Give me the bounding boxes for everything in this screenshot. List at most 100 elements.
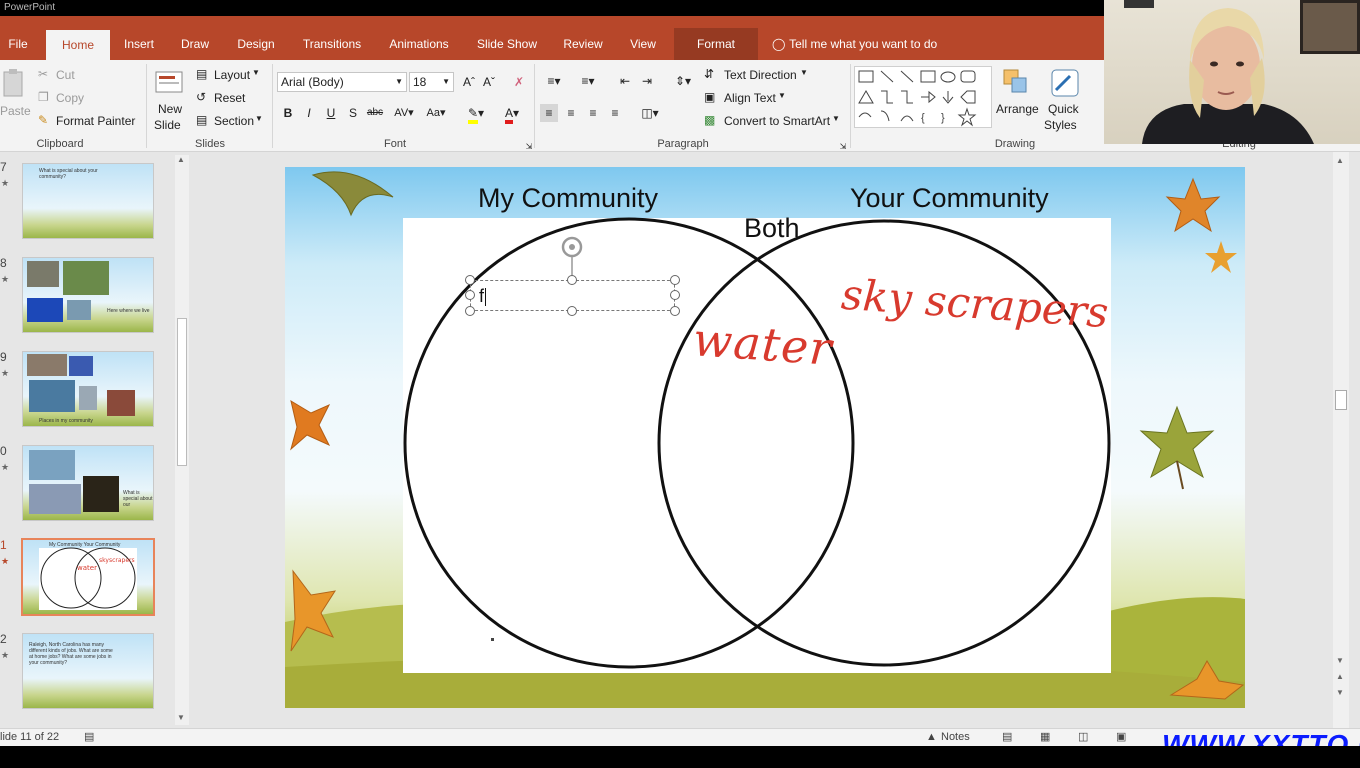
thumbnail-text: What is special about your community? bbox=[39, 168, 98, 180]
tab-home[interactable]: Home bbox=[46, 30, 110, 60]
slide-thumbnail-10[interactable]: What is special about our bbox=[22, 445, 154, 521]
format-painter-button[interactable]: ✎ Format Painter bbox=[38, 112, 142, 130]
tab-format[interactable]: Format bbox=[674, 28, 758, 60]
chevron-down-icon: ▼ bbox=[442, 77, 450, 86]
notes-button[interactable]: Notes bbox=[941, 731, 970, 743]
svg-text:{: { bbox=[921, 112, 925, 124]
slide-thumbnail-9[interactable]: Places in my community bbox=[22, 351, 154, 427]
thumbnail-photo bbox=[107, 390, 135, 416]
spell-check-icon[interactable]: ▤ bbox=[84, 730, 94, 743]
align-text-button[interactable]: ▣ Align Text ▼ bbox=[704, 89, 794, 107]
tab-review[interactable]: Review bbox=[556, 28, 610, 60]
next-slide-icon[interactable]: ▼ bbox=[1336, 688, 1344, 697]
tab-insert[interactable]: Insert bbox=[116, 28, 162, 60]
decrease-indent-button[interactable]: ⇤ bbox=[616, 72, 634, 90]
dropdown-arrow-icon: ▼ bbox=[800, 68, 808, 77]
tab-design[interactable]: Design bbox=[230, 28, 282, 60]
font-color-button[interactable]: A▾ bbox=[498, 104, 526, 124]
convert-smartart-button[interactable]: ▩ Convert to SmartArt ▼ bbox=[704, 112, 844, 130]
paste-button[interactable]: Paste bbox=[0, 66, 31, 130]
text-direction-button[interactable]: ⇵ Text Direction ▼ bbox=[704, 66, 814, 84]
normal-view-icon[interactable]: ▤ bbox=[1002, 730, 1012, 743]
section-button[interactable]: ▤ Section ▼ bbox=[196, 112, 266, 130]
reading-view-icon[interactable]: ◫ bbox=[1078, 730, 1088, 743]
slideshow-view-icon[interactable]: ▣ bbox=[1116, 730, 1126, 743]
copy-icon: ❐ bbox=[38, 90, 49, 104]
thumbnail-photo bbox=[83, 476, 119, 512]
layout-button[interactable]: ▤ Layout ▼ bbox=[196, 66, 266, 84]
font-size-select[interactable]: 18 ▼ bbox=[409, 72, 454, 92]
tab-view[interactable]: View bbox=[620, 28, 666, 60]
quick-styles-button[interactable]: Quick Styles bbox=[1044, 64, 1088, 134]
scrollbar-thumb[interactable] bbox=[177, 318, 187, 466]
font-family-select[interactable]: Arial (Body) ▼ bbox=[277, 72, 407, 92]
scissors-icon: ✂ bbox=[38, 67, 49, 81]
shapes-icon: {} bbox=[858, 70, 977, 127]
slide-counter: lide 11 of 22 bbox=[0, 731, 60, 743]
columns-button[interactable]: ◫▾ bbox=[636, 104, 664, 122]
scroll-up-icon[interactable]: ▲ bbox=[177, 155, 185, 164]
slide-thumbnail-12[interactable]: Raleigh, North Carolina has many differe… bbox=[22, 633, 154, 709]
character-spacing-button[interactable]: AV▾ bbox=[390, 104, 418, 122]
tab-transitions[interactable]: Transitions bbox=[296, 28, 368, 60]
thumbnail-photo bbox=[29, 484, 81, 514]
numbering-button[interactable]: ≡▾ bbox=[574, 72, 602, 90]
reset-icon: ↺ bbox=[196, 90, 207, 104]
highlight-color-button[interactable]: ✎▾ bbox=[462, 104, 490, 124]
thumbnail-scrollbar[interactable]: ▲ ▼ bbox=[175, 155, 189, 725]
heading-my-community[interactable]: My Community bbox=[478, 183, 658, 214]
heading-your-community[interactable]: Your Community bbox=[850, 183, 1049, 214]
smartart-icon: ▩ bbox=[704, 113, 716, 127]
paste-icon bbox=[3, 69, 23, 97]
slide-sorter-icon[interactable]: ▦ bbox=[1040, 730, 1050, 743]
slide-canvas[interactable]: My Community Your Community Both water s… bbox=[285, 167, 1245, 708]
strikethrough-button[interactable]: abc bbox=[366, 104, 384, 122]
tell-me-box[interactable]: ◯ Tell me what you want to do bbox=[772, 28, 937, 60]
scroll-up-icon[interactable]: ▲ bbox=[1336, 156, 1344, 165]
increase-indent-button[interactable]: ⇥ bbox=[638, 72, 656, 90]
cut-button[interactable]: ✂ Cut bbox=[38, 66, 98, 84]
selected-textbox[interactable]: f bbox=[470, 280, 675, 311]
previous-slide-icon[interactable]: ▲ bbox=[1336, 672, 1344, 681]
grow-font-button[interactable]: Aˆ bbox=[460, 73, 478, 91]
italic-button[interactable]: I bbox=[300, 104, 318, 122]
tab-draw[interactable]: Draw bbox=[174, 28, 216, 60]
slide-thumbnail-8[interactable]: Here where we live bbox=[22, 257, 154, 333]
slide-scrollbar[interactable]: ▲ ▼ ▲ ▼ bbox=[1333, 152, 1349, 728]
scroll-down-icon[interactable]: ▼ bbox=[1336, 656, 1344, 665]
animation-star-icon: ★ bbox=[1, 178, 10, 188]
heading-both[interactable]: Both bbox=[744, 213, 800, 244]
slide-thumbnail-7[interactable]: What is special about your community? bbox=[22, 163, 154, 239]
tab-file[interactable]: File bbox=[0, 28, 36, 60]
reset-button[interactable]: ↺ Reset bbox=[196, 89, 256, 107]
tab-animations[interactable]: Animations bbox=[382, 28, 456, 60]
clear-formatting-icon[interactable]: ✗ bbox=[510, 73, 528, 91]
shapes-gallery[interactable]: {} bbox=[854, 66, 992, 128]
bold-button[interactable]: B bbox=[279, 104, 297, 122]
scrollbar-thumb[interactable] bbox=[1335, 390, 1347, 410]
line-spacing-button[interactable]: ⇕▾ bbox=[670, 72, 696, 90]
bullets-button[interactable]: ≡▾ bbox=[540, 72, 568, 90]
thumbnail-photo bbox=[27, 354, 67, 376]
font-size-value: 18 bbox=[413, 75, 427, 89]
thumbnail-photo bbox=[29, 450, 75, 480]
align-right-button[interactable]: ≡ bbox=[584, 104, 602, 122]
align-left-button[interactable]: ≡ bbox=[540, 104, 558, 122]
layout-icon: ▤ bbox=[196, 67, 208, 81]
copy-button[interactable]: ❐ Copy bbox=[38, 89, 108, 107]
webcam-overlay bbox=[1104, 0, 1360, 144]
shrink-font-button[interactable]: Aˇ bbox=[480, 73, 498, 91]
shadow-button[interactable]: S bbox=[344, 104, 362, 122]
tab-slide-show[interactable]: Slide Show bbox=[470, 28, 544, 60]
new-slide-button[interactable]: New Slide bbox=[150, 64, 190, 134]
underline-button[interactable]: U bbox=[322, 104, 340, 122]
change-case-button[interactable]: Aa▾ bbox=[422, 104, 450, 122]
ink-water[interactable]: water bbox=[691, 312, 834, 376]
slide-thumbnail-11[interactable]: water skyscrapers My Community Your Comm… bbox=[21, 538, 155, 616]
arrange-button[interactable]: Arrange bbox=[994, 64, 1042, 134]
thumbnail-number: 8 bbox=[0, 256, 7, 270]
scroll-down-icon[interactable]: ▼ bbox=[177, 713, 185, 722]
justify-button[interactable]: ≡ bbox=[606, 104, 624, 122]
paintbrush-icon: ✎ bbox=[38, 113, 49, 127]
align-center-button[interactable]: ≡ bbox=[562, 104, 580, 122]
